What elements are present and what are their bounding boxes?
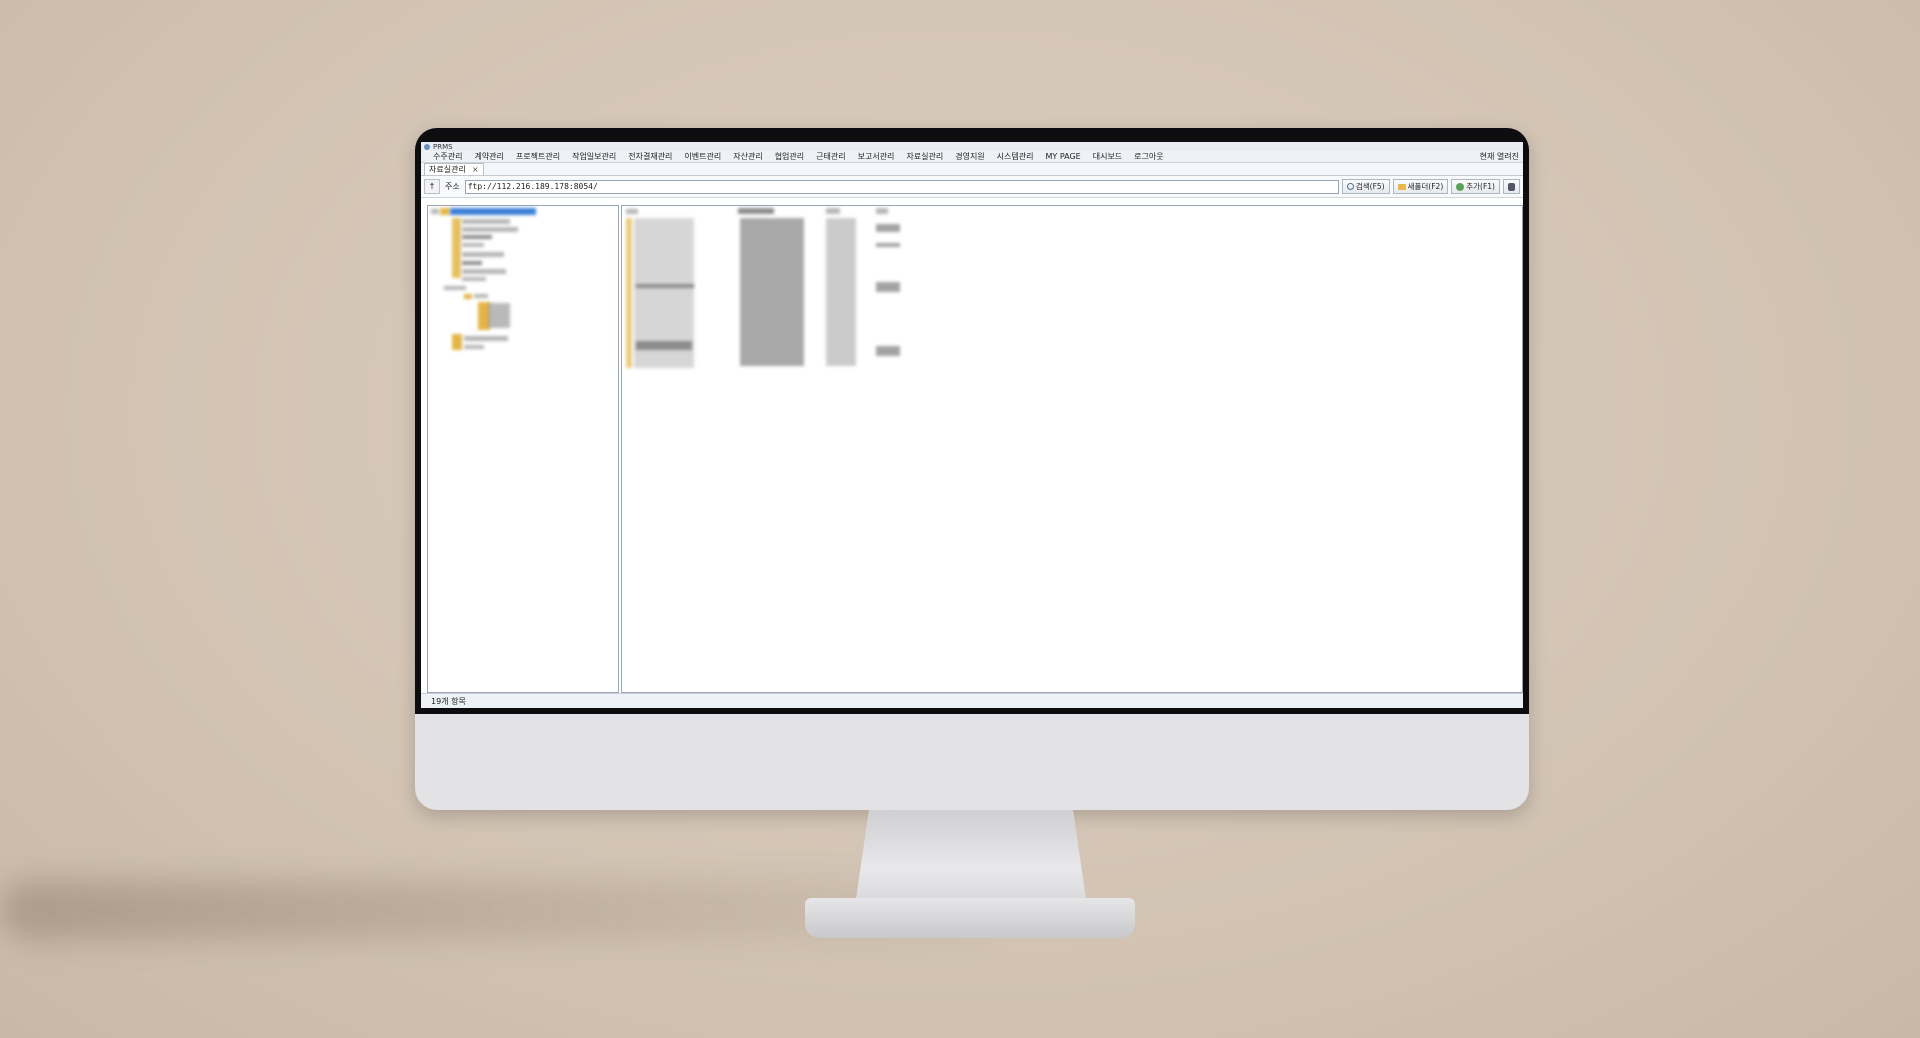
folder-icon <box>452 218 461 278</box>
size-cell <box>876 224 900 232</box>
address-label: 주소 <box>445 182 460 191</box>
status-bar: 19개 항목 <box>421 693 1523 708</box>
size-cell <box>876 346 900 356</box>
open-windows-label[interactable]: 현재 열려진 <box>1480 151 1523 162</box>
screen: PRMS 수주관리 계약관리 프로젝트관리 작업일보관리 전자결재관리 이벤트관… <box>421 142 1523 708</box>
type-header <box>826 208 840 214</box>
size-header <box>876 208 888 214</box>
menu-item-asset[interactable]: 자산관리 <box>727 151 768 162</box>
tab-archive[interactable]: 자료실관리 × <box>424 163 484 175</box>
menu-item-event[interactable]: 이벤트관리 <box>678 151 727 162</box>
tab-label: 자료실관리 <box>429 165 466 174</box>
type-column <box>826 218 856 366</box>
menu-item-dashboard[interactable]: 대시보드 <box>1087 151 1128 162</box>
monitor-stand-base <box>805 898 1135 938</box>
tree-item-selected[interactable] <box>450 208 536 215</box>
add-button-label: 추가(F1) <box>1466 182 1495 191</box>
tree-item[interactable] <box>462 252 504 257</box>
file-list[interactable] <box>621 205 1523 693</box>
size-cell <box>876 243 900 247</box>
add-icon <box>1456 182 1465 191</box>
up-folder-button[interactable]: ↑ <box>424 179 440 194</box>
tree-item[interactable] <box>444 286 466 290</box>
window-title: PRMS <box>433 142 453 151</box>
folder-icon <box>464 294 472 299</box>
item-count: 19개 항목 <box>431 697 466 706</box>
database-button[interactable] <box>1503 179 1520 194</box>
menu-item-archive[interactable]: 자료실관리 <box>900 151 949 162</box>
tree-item[interactable] <box>462 269 506 274</box>
tree-item[interactable] <box>464 345 484 349</box>
menu-item-logout[interactable]: 로그아웃 <box>1128 151 1169 162</box>
menu-item-report[interactable]: 보고서관리 <box>852 151 901 162</box>
search-button[interactable]: 검색(F5) <box>1341 179 1390 194</box>
folder-icon <box>440 208 450 215</box>
tree-item[interactable] <box>474 294 488 298</box>
size-cell <box>876 282 900 292</box>
menu-item-order[interactable]: 수주관리 <box>427 151 468 162</box>
menu-item-collab[interactable]: 협업관리 <box>769 151 810 162</box>
file-row[interactable] <box>636 341 692 350</box>
folder-icon <box>452 334 462 350</box>
file-icons-column <box>626 218 632 368</box>
menu-item-project[interactable]: 프로젝트관리 <box>510 151 566 162</box>
menu-item-management[interactable]: 경영지원 <box>949 151 990 162</box>
date-column <box>740 218 804 366</box>
tree-item[interactable] <box>462 277 486 281</box>
new-folder-button-label: 새폴더(F2) <box>1407 182 1444 191</box>
file-row[interactable] <box>636 284 694 288</box>
window-titlebar: PRMS <box>421 142 1523 151</box>
tree-item[interactable] <box>462 235 492 239</box>
add-button[interactable]: 추가(F1) <box>1451 179 1500 194</box>
folder-tree[interactable] <box>427 205 619 693</box>
menu-item-approval[interactable]: 전자결재관리 <box>622 151 678 162</box>
file-row[interactable] <box>626 209 638 214</box>
new-folder-button[interactable]: 새폴더(F2) <box>1392 179 1449 194</box>
tree-item[interactable] <box>488 303 510 328</box>
monitor-stand-neck <box>855 810 1087 906</box>
search-icon <box>1346 183 1354 190</box>
monitor-bezel: PRMS 수주관리 계약관리 프로젝트관리 작업일보관리 전자결재관리 이벤트관… <box>415 128 1529 714</box>
search-button-label: 검색(F5) <box>1355 182 1385 191</box>
monitor: PRMS 수주관리 계약관리 프로젝트관리 작업일보관리 전자결재관리 이벤트관… <box>415 128 1529 810</box>
tab-bar: 자료실관리 × <box>421 163 1523 176</box>
tree-item[interactable] <box>462 219 510 224</box>
tree-expander[interactable] <box>431 209 439 214</box>
date-header <box>738 208 774 214</box>
address-bar: ↑ 주소 ftp://112.216.189.178:8054/ 검색(F5) … <box>421 176 1523 198</box>
app-icon <box>424 143 430 150</box>
menu-item-attendance[interactable]: 근태관리 <box>810 151 851 162</box>
menu-item-system[interactable]: 시스템관리 <box>991 151 1040 162</box>
menu-bar: 수주관리 계약관리 프로젝트관리 작업일보관리 전자결재관리 이벤트관리 자산관… <box>421 151 1523 163</box>
tree-item[interactable] <box>464 336 508 341</box>
tree-item[interactable] <box>462 227 518 232</box>
menu-item-daily-report[interactable]: 작업일보관리 <box>566 151 622 162</box>
menu-item-mypage[interactable]: MY PAGE <box>1039 152 1086 161</box>
close-icon[interactable]: × <box>472 165 479 174</box>
menu-item-contract[interactable]: 계약관리 <box>468 151 509 162</box>
database-icon <box>1508 182 1515 191</box>
tree-item[interactable] <box>462 243 484 247</box>
tree-item[interactable] <box>462 261 482 265</box>
address-input[interactable]: ftp://112.216.189.178:8054/ <box>464 179 1339 194</box>
folder-icon <box>1397 183 1406 190</box>
content-area <box>427 205 1523 693</box>
